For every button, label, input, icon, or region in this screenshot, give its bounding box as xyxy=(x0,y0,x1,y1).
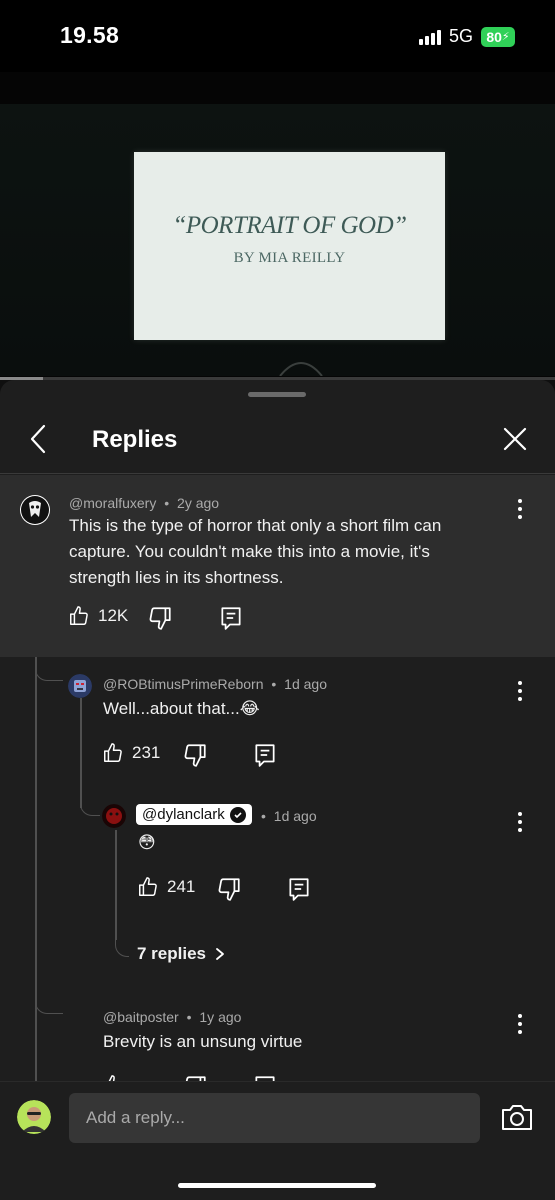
avatar-mask-icon xyxy=(102,804,126,828)
comment-age: 1d ago xyxy=(273,808,317,824)
avatar[interactable] xyxy=(68,674,92,698)
thread-connector-reply-3 xyxy=(35,990,63,1014)
video-player[interactable]: “PORTRAIT OF GOD” BY MIA REILLY xyxy=(0,72,555,380)
thumbs-up-icon xyxy=(70,606,88,625)
comment-author[interactable]: @moralfuxery xyxy=(69,495,156,511)
avatar[interactable] xyxy=(102,804,126,828)
cellular-signal-icon xyxy=(418,29,441,45)
replies-sheet: Replies @moralfuxery • 2y ago This is th… xyxy=(0,380,555,1200)
avatar-art-icon xyxy=(21,496,49,524)
show-more-replies-button[interactable]: 7 replies xyxy=(137,944,226,964)
battery-indicator: 80 ⚡ xyxy=(481,26,515,47)
comment-meta: • 1d ago xyxy=(261,808,317,824)
user-avatar[interactable] xyxy=(17,1100,51,1134)
sheet-header: Replies xyxy=(0,408,555,474)
kebab-menu-icon[interactable] xyxy=(510,677,530,705)
status-indicators: 5G 80 ⚡ xyxy=(418,26,515,47)
author-mention-chip[interactable]: @dylanclark xyxy=(136,804,252,825)
comment-age: 2y ago xyxy=(177,495,220,511)
comment-author[interactable]: @baitposter xyxy=(103,1009,179,1025)
verified-check-icon xyxy=(229,806,246,823)
comment-meta: @ROBtimusPrimeReborn • 1d ago xyxy=(103,676,327,692)
projection-screen: “PORTRAIT OF GOD” BY MIA REILLY xyxy=(134,152,445,340)
network-type: 5G xyxy=(448,26,473,46)
close-icon[interactable] xyxy=(498,422,532,456)
more-replies-label: 7 replies xyxy=(137,944,206,963)
comment-text: This is the type of horror that only a s… xyxy=(69,516,442,587)
camera-icon[interactable] xyxy=(500,1102,534,1132)
thumbs-up-icon xyxy=(104,743,122,762)
thread-connector-more-replies xyxy=(115,925,129,957)
film-credit: BY MIA REILLY xyxy=(233,250,346,266)
thumbs-down-icon[interactable] xyxy=(216,876,242,902)
like-button[interactable]: 241 xyxy=(137,876,195,898)
thumbs-down-icon[interactable] xyxy=(147,605,173,631)
kebab-menu-icon[interactable] xyxy=(510,1010,530,1038)
user-avatar-icon xyxy=(17,1100,51,1134)
comment-text: 😳 xyxy=(138,833,156,852)
comment-text: Brevity is an unsung virtue xyxy=(103,1032,303,1051)
like-count: 231 xyxy=(132,743,161,762)
thread-line-reply-2 xyxy=(115,830,117,940)
chevron-right-icon xyxy=(216,948,224,960)
status-time: 19.58 xyxy=(60,22,120,48)
top-comment: @moralfuxery • 2y ago This is the type o… xyxy=(0,475,555,657)
avatar[interactable] xyxy=(20,495,50,525)
comment-author[interactable]: @ROBtimusPrimeReborn xyxy=(103,676,263,692)
home-indicator[interactable] xyxy=(178,1183,376,1188)
reply-comment-icon[interactable] xyxy=(286,876,312,902)
kebab-menu-icon[interactable] xyxy=(510,495,530,523)
like-count: 241 xyxy=(167,877,196,896)
audience-head-silhouette xyxy=(279,362,323,376)
like-count: 12K xyxy=(98,606,129,625)
comment-age: 1d ago xyxy=(284,676,327,692)
kebab-menu-icon[interactable] xyxy=(510,808,530,836)
film-title: “PORTRAIT OF GOD” xyxy=(172,212,407,239)
comment-author: @dylanclark xyxy=(142,806,225,823)
avatar-robot-icon xyxy=(68,674,92,698)
video-frame: “PORTRAIT OF GOD” BY MIA REILLY xyxy=(0,104,555,376)
drag-handle[interactable] xyxy=(248,392,306,397)
comment-age: 1y ago xyxy=(199,1009,242,1025)
thread-connector-reply-2 xyxy=(80,790,100,816)
reply-input[interactable] xyxy=(69,1093,480,1143)
sheet-title: Replies xyxy=(92,426,178,453)
reply-composer xyxy=(0,1081,555,1200)
thread-line-reply-3 xyxy=(35,1014,37,1084)
status-bar: 19.58 5G 80 ⚡ xyxy=(0,0,555,72)
reply-comment-icon[interactable] xyxy=(218,605,244,631)
thread-connector-reply-1 xyxy=(35,657,63,681)
reply-comment-icon[interactable] xyxy=(252,742,278,768)
thumbs-down-icon[interactable] xyxy=(182,742,208,768)
thumbs-up-icon xyxy=(139,877,157,896)
comment-meta: @baitposter • 1y ago xyxy=(103,1009,242,1025)
comment-meta: @moralfuxery • 2y ago xyxy=(69,495,220,511)
comment-text: Well...about that...😂 xyxy=(103,699,260,718)
like-button[interactable]: 231 xyxy=(102,742,160,764)
back-chevron-icon[interactable] xyxy=(24,422,58,456)
like-button[interactable]: 12K xyxy=(68,605,128,627)
